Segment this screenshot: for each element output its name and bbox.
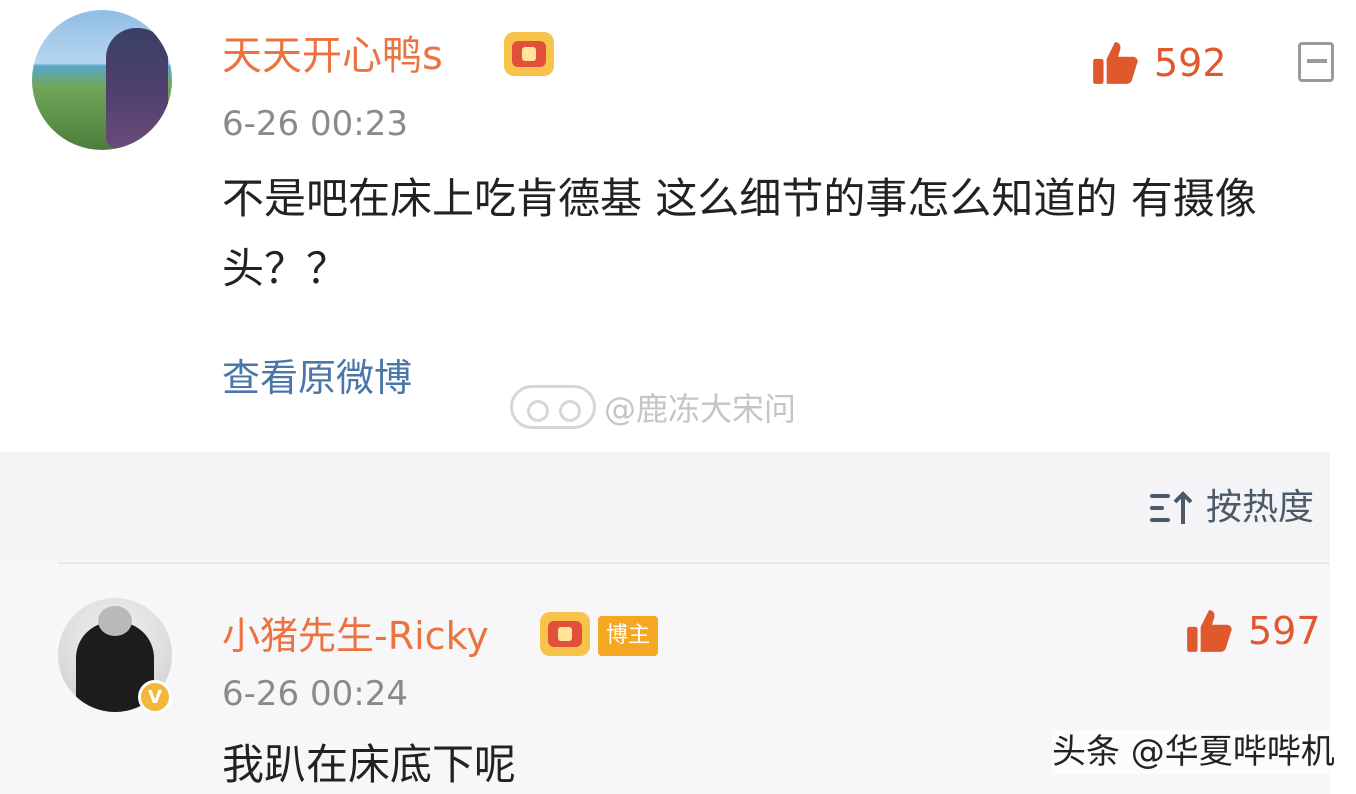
comment-username[interactable]: 天天开心鸭s: [222, 32, 443, 80]
like-button[interactable]: 592: [1090, 38, 1227, 88]
avatar[interactable]: [32, 10, 172, 150]
view-original-link[interactable]: 查看原微博: [222, 354, 412, 402]
weibo-logo-icon: [510, 385, 596, 429]
like-count: 592: [1154, 41, 1227, 85]
share-icon[interactable]: [1298, 42, 1334, 82]
like-button[interactable]: 597: [1184, 606, 1321, 656]
sort-by-hot-button[interactable]: 按热度: [1150, 486, 1314, 530]
verified-v-icon: V: [138, 680, 172, 714]
sort-label: 按热度: [1206, 487, 1315, 528]
comment-time: 6-26 00:23: [222, 104, 408, 144]
crown-vip-icon: [540, 612, 590, 656]
reply-content: 我趴在床底下呢: [222, 740, 517, 789]
comment-content: 不是吧在床上吃肯德基 这么细节的事怎么知道的 有摄像头？？: [222, 174, 1257, 293]
reply-username[interactable]: 小猪先生-Ricky: [222, 612, 489, 660]
divider: [58, 562, 1330, 564]
thumbs-up-icon: [1090, 38, 1140, 88]
weibo-watermark: @鹿冻大宋问: [510, 384, 796, 430]
crown-vip-icon: [504, 32, 554, 76]
weibo-comments-screenshot: 天天开心鸭s 592 6-26 00:23 不是吧在床上吃肯德基 这么细节的事怎…: [0, 0, 1356, 794]
sort-icon: [1150, 490, 1194, 526]
thumbs-up-icon: [1184, 606, 1234, 656]
host-badge: 博主: [598, 616, 659, 656]
like-count: 597: [1248, 609, 1321, 653]
toutiao-watermark: 头条 @华夏哔哔机: [1052, 730, 1335, 774]
avatar-hair: [98, 606, 132, 636]
avatar-figure: [106, 28, 168, 148]
watermark-text: @鹿冻大宋问: [604, 390, 797, 428]
reply-time: 6-26 00:24: [222, 674, 408, 714]
